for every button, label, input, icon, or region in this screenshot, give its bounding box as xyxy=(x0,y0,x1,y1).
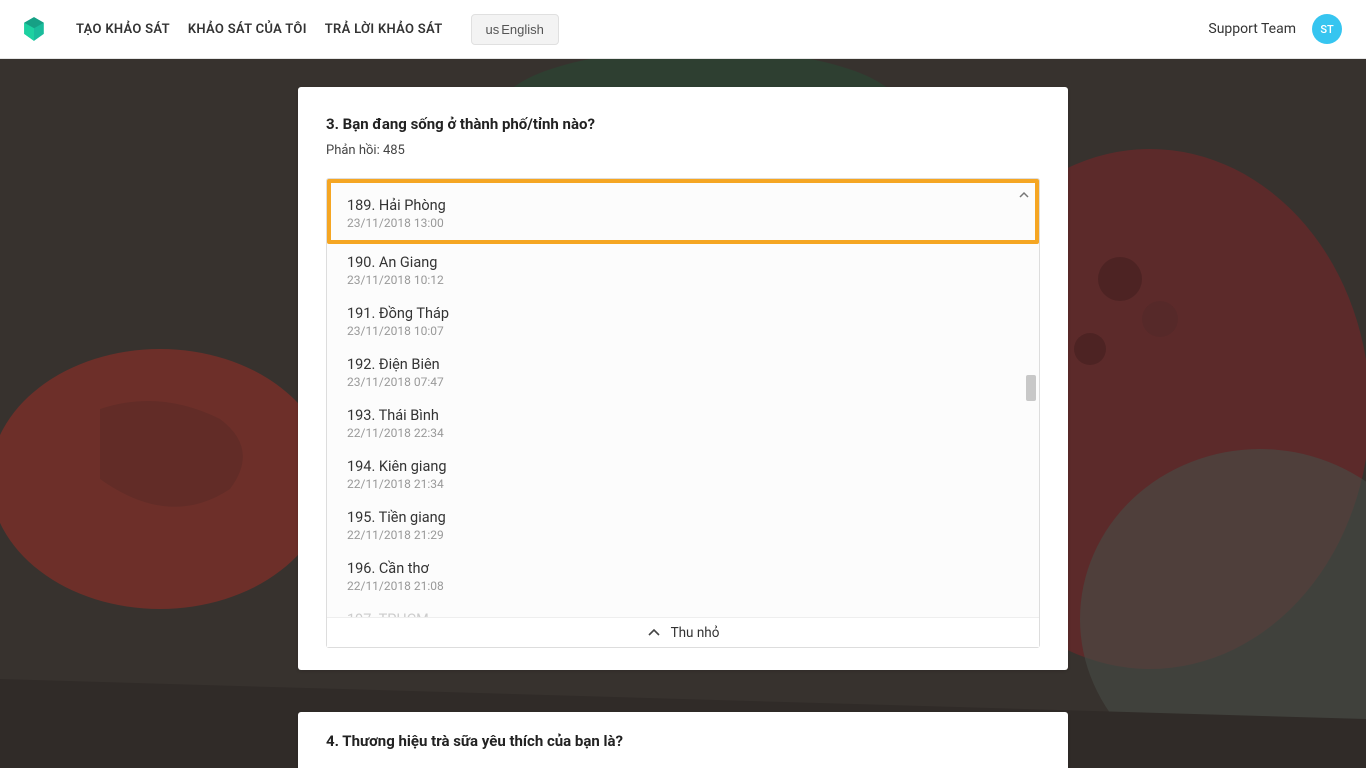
response-date: 23/11/2018 13:00 xyxy=(347,216,1019,230)
scrollbar-track[interactable] xyxy=(1026,197,1036,617)
language-prefix: us xyxy=(486,22,500,37)
nav-my-surveys[interactable]: KHẢO SÁT CỦA TÔI xyxy=(188,22,307,37)
response-list-panel: 189. Hải Phòng 23/11/2018 13:00 190. An … xyxy=(326,178,1040,648)
response-text: 191. Đồng Tháp xyxy=(347,305,1019,322)
question3-title: 3. Bạn đang sống ở thành phố/tỉnh nào? xyxy=(326,115,1040,133)
response-item[interactable]: 194. Kiên giang 22/11/2018 21:34 xyxy=(327,448,1039,499)
response-text: 194. Kiên giang xyxy=(347,458,1019,475)
response-date: 22/11/2018 21:29 xyxy=(347,528,1019,542)
response-item[interactable]: 193. Thái Bình 22/11/2018 22:34 xyxy=(327,397,1039,448)
response-date: 23/11/2018 07:47 xyxy=(347,375,1019,389)
scrollbar-thumb[interactable] xyxy=(1026,375,1036,401)
logo[interactable] xyxy=(20,15,48,43)
response-text: 196. Cần thơ xyxy=(347,560,1019,577)
response-text: 190. An Giang xyxy=(347,254,1019,271)
support-team-label[interactable]: Support Team xyxy=(1208,21,1296,37)
nav-links: TẠO KHẢO SÁT KHẢO SÁT CỦA TÔI TRẢ LỜI KH… xyxy=(76,14,559,45)
response-text: 192. Điện Biên xyxy=(347,356,1019,373)
language-label: English xyxy=(501,22,544,37)
header-right: Support Team ST xyxy=(1208,14,1342,44)
language-switch-button[interactable]: usEnglish xyxy=(471,14,559,45)
main-content: 3. Bạn đang sống ở thành phố/tỉnh nào? P… xyxy=(0,59,1366,768)
question4-card: 4. Thương hiệu trà sữa yêu thích của bạn… xyxy=(298,712,1068,768)
question4-title: 4. Thương hiệu trà sữa yêu thích của bạn… xyxy=(326,732,1040,750)
response-item[interactable]: 190. An Giang 23/11/2018 10:12 xyxy=(327,244,1039,295)
nav-answer-survey[interactable]: TRẢ LỜI KHẢO SÁT xyxy=(325,22,443,37)
app-header: TẠO KHẢO SÁT KHẢO SÁT CỦA TÔI TRẢ LỜI KH… xyxy=(0,0,1366,59)
response-text: 193. Thái Bình xyxy=(347,407,1019,424)
response-text: 189. Hải Phòng xyxy=(347,197,1019,214)
collapse-label: Thu nhỏ xyxy=(671,625,720,641)
response-item[interactable]: 189. Hải Phòng 23/11/2018 13:00 xyxy=(327,179,1039,244)
response-item[interactable]: 191. Đồng Tháp 23/11/2018 10:07 xyxy=(327,295,1039,346)
question3-card: 3. Bạn đang sống ở thành phố/tỉnh nào? P… xyxy=(298,87,1068,670)
response-item[interactable]: 195. Tiền giang 22/11/2018 21:29 xyxy=(327,499,1039,550)
response-list-scroll[interactable]: 189. Hải Phòng 23/11/2018 13:00 190. An … xyxy=(327,179,1039,619)
nav-create-survey[interactable]: TẠO KHẢO SÁT xyxy=(76,22,170,37)
response-item[interactable]: 196. Cần thơ 22/11/2018 21:08 xyxy=(327,550,1039,601)
avatar[interactable]: ST xyxy=(1312,14,1342,44)
response-item[interactable]: 192. Điện Biên 23/11/2018 07:47 xyxy=(327,346,1039,397)
chevron-up-icon xyxy=(647,626,661,640)
collapse-button[interactable]: Thu nhỏ xyxy=(327,617,1039,647)
response-date: 23/11/2018 10:07 xyxy=(347,324,1019,338)
response-date: 22/11/2018 21:34 xyxy=(347,477,1019,491)
question3-response-count: Phản hồi: 485 xyxy=(326,143,1040,158)
response-text: 195. Tiền giang xyxy=(347,509,1019,526)
response-date: 23/11/2018 10:12 xyxy=(347,273,1019,287)
response-date: 22/11/2018 22:34 xyxy=(347,426,1019,440)
response-date: 22/11/2018 21:08 xyxy=(347,579,1019,593)
